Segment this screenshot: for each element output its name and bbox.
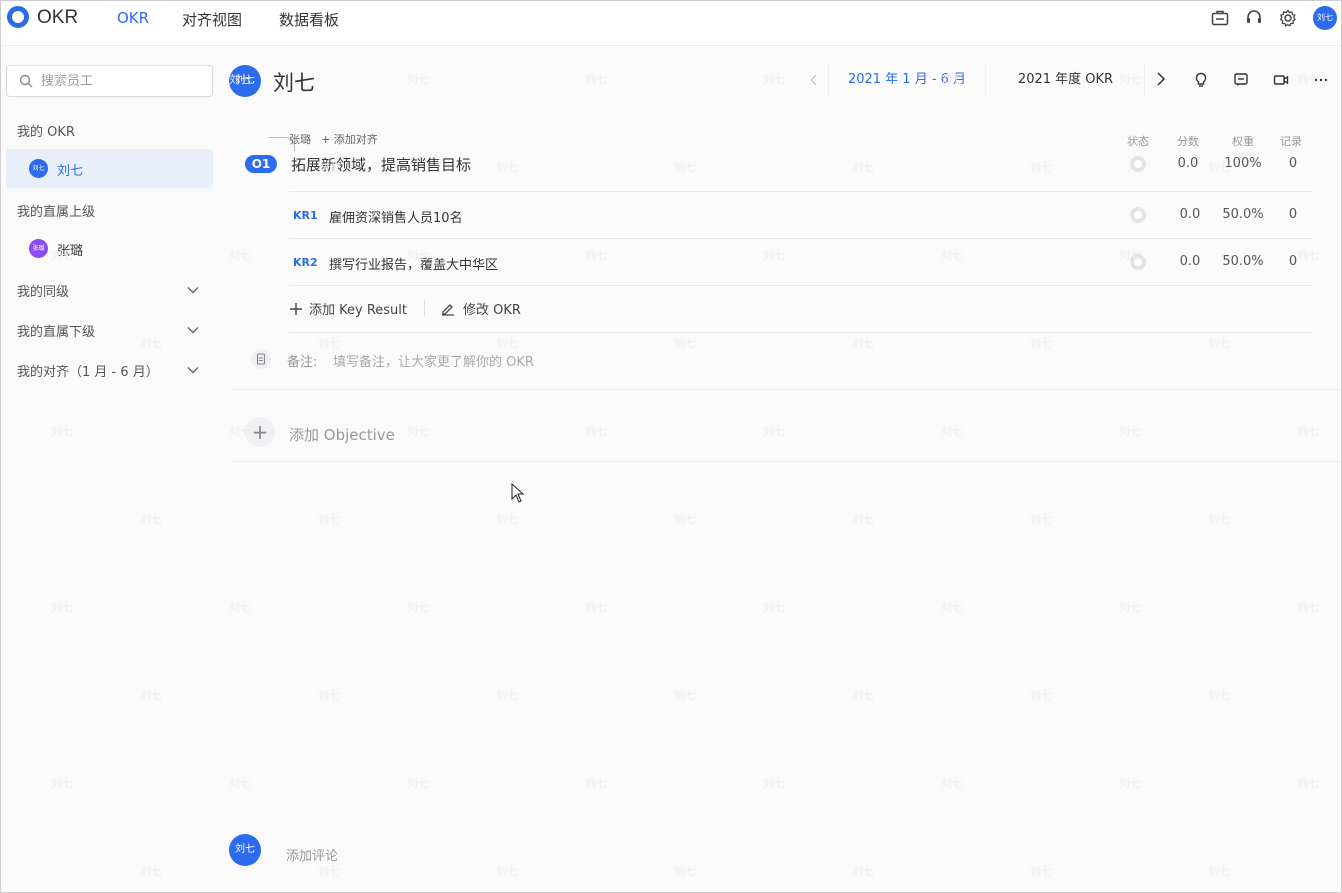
tab-alignment-view[interactable]: 对齐视图 <box>182 9 242 30</box>
kr-code: KR1 <box>293 209 318 222</box>
chevron-down-icon[interactable] <box>186 323 200 337</box>
status-indicator[interactable] <box>1130 207 1146 223</box>
owner-avatar: 刘七 <box>229 65 261 97</box>
section-my-superior: 我的直属上级 <box>17 205 96 220</box>
logo-icon <box>7 6 29 28</box>
comment-icon[interactable] <box>1233 72 1249 88</box>
status-indicator[interactable] <box>1130 156 1146 172</box>
kr-score: 0.0 <box>1179 254 1201 269</box>
col-score: 分数 <box>1177 135 1199 148</box>
objective-badge: O1 <box>245 155 277 173</box>
objective-records: 0 <box>1288 156 1298 171</box>
add-key-result-label: 添加 Key Result <box>309 303 408 318</box>
kr-code: KR2 <box>293 256 318 269</box>
add-alignment-label: 添加对齐 <box>333 133 378 146</box>
divider <box>289 285 1313 286</box>
briefcase-icon[interactable] <box>1210 8 1230 28</box>
kr-score: 0.0 <box>1179 207 1201 222</box>
prev-period-button[interactable] <box>801 65 827 95</box>
comment-avatar: 刘七 <box>229 834 261 866</box>
sidebar: 我的 OKR 刘七 刘七 我的直属上级 张璐 张璐 我的同级 我的直属下级 我的… <box>1 47 223 892</box>
lightbulb-icon[interactable] <box>1193 72 1209 88</box>
divider <box>289 332 1313 333</box>
objective-weight: 100% <box>1224 156 1262 171</box>
employee-search-box[interactable] <box>6 65 213 97</box>
kr-weight: 50.0% <box>1222 207 1264 222</box>
sidebar-item-label: 张璐 <box>57 244 84 259</box>
search-input[interactable] <box>41 71 206 91</box>
section-my-okr: 我的 OKR <box>17 125 75 140</box>
add-alignment-link[interactable]: + 添加对齐 <box>321 131 378 147</box>
year-okr-selector[interactable]: 2021 年度 OKR <box>987 65 1145 95</box>
more-icon[interactable] <box>1313 72 1329 88</box>
divider <box>289 238 1313 239</box>
col-status: 状态 <box>1127 135 1149 148</box>
sidebar-item-label: 刘七 <box>57 164 84 179</box>
divider <box>233 389 1341 390</box>
kr-records: 0 <box>1288 207 1298 222</box>
sidebar-item-my-okr[interactable]: 刘七 刘七 <box>6 149 213 188</box>
top-bar: OKR OKR 对齐视图 数据看板 刘七 <box>1 1 1341 46</box>
period-selector[interactable]: 2021 年 1 月 - 6 月 <box>828 65 986 95</box>
divider <box>424 300 425 316</box>
edit-okr-label: 修改 OKR <box>463 303 521 318</box>
section-my-peers[interactable]: 我的同级 <box>17 281 69 300</box>
sidebar-item-superior[interactable]: 张璐 张璐 <box>6 229 213 268</box>
kr-weight: 50.0% <box>1222 254 1264 269</box>
add-key-result-button[interactable]: 添加 Key Result <box>289 299 407 318</box>
edit-okr-button[interactable]: 修改 OKR <box>441 299 521 318</box>
divider <box>289 191 1313 192</box>
kr-title[interactable]: 撰写行业报告，覆盖大中华区 <box>329 254 498 273</box>
objective-title[interactable]: 拓展新领域，提高销售目标 <box>291 154 471 175</box>
gear-icon[interactable] <box>1278 8 1298 28</box>
objective-score: 0.0 <box>1177 156 1199 171</box>
status-indicator[interactable] <box>1130 254 1146 270</box>
mouse-cursor-icon <box>511 483 525 503</box>
chevron-down-icon[interactable] <box>186 363 200 377</box>
section-my-subordinates[interactable]: 我的直属下级 <box>17 321 95 340</box>
chevron-down-icon[interactable] <box>186 283 200 297</box>
plus-icon <box>290 303 302 315</box>
add-objective-icon[interactable]: + <box>245 417 275 447</box>
headset-icon[interactable] <box>1244 8 1264 28</box>
divider <box>233 461 1341 462</box>
avatar: 张璐 <box>29 239 48 258</box>
add-objective-button[interactable]: 添加 Objective <box>289 424 395 445</box>
pencil-icon <box>442 304 454 316</box>
next-period-button[interactable] <box>1153 71 1169 87</box>
note-icon <box>251 349 271 369</box>
page-title: 刘七 <box>273 71 315 95</box>
note-label: 备注: <box>287 355 318 370</box>
comment-input[interactable]: 添加评论 <box>286 845 338 864</box>
avatar: 刘七 <box>29 159 48 178</box>
note-input[interactable]: 填写备注，让大家更了解你的 OKR <box>333 351 534 370</box>
video-icon[interactable] <box>1273 72 1289 88</box>
kr-records: 0 <box>1288 254 1298 269</box>
app-title: OKR <box>37 7 79 28</box>
main-panel: 刘七 刘七 2021 年 1 月 - 6 月 2021 年度 OKR 张璐 + … <box>223 47 1341 892</box>
aligned-parent[interactable]: 张璐 <box>289 131 311 147</box>
user-avatar[interactable]: 刘七 <box>1313 6 1337 30</box>
col-records: 记录 <box>1280 135 1302 148</box>
col-weight: 权重 <box>1232 135 1254 148</box>
kr-title[interactable]: 雇佣资深销售人员10名 <box>329 207 463 226</box>
section-my-alignment[interactable]: 我的对齐（1 月 - 6 月） <box>17 361 159 380</box>
search-icon <box>19 74 33 88</box>
tab-dashboard[interactable]: 数据看板 <box>279 9 339 30</box>
tab-okr[interactable]: OKR <box>117 9 149 27</box>
